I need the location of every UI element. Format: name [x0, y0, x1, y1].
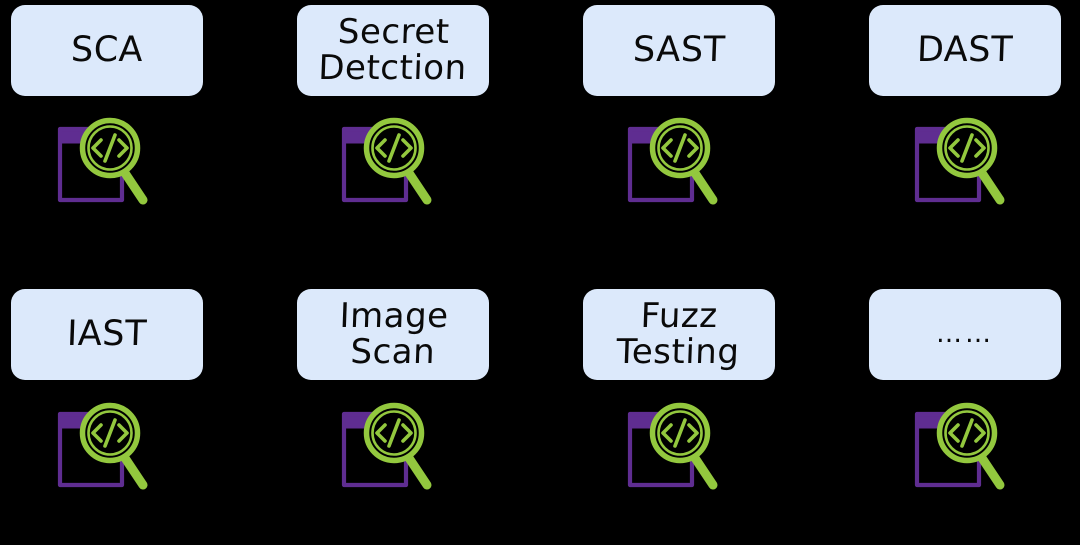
code-scan-icon-sast: [618, 108, 738, 208]
card-secret-detction[interactable]: Secret Detction: [297, 5, 489, 96]
card-label-iast: IAST: [66, 313, 148, 354]
card-sca[interactable]: SCA: [11, 5, 203, 96]
card-iast[interactable]: IAST: [11, 289, 203, 380]
diagram-canvas: SCA Secret Detction SAST DAST IAST Image…: [0, 0, 1080, 545]
card-fuzz-testing[interactable]: Fuzz Testing: [583, 289, 775, 380]
code-scan-icon-iast: [48, 393, 168, 493]
code-scan-icon-image-scan: [332, 393, 452, 493]
card-label-image-scan: Image Scan: [338, 296, 449, 373]
card-label-more: ……: [936, 318, 994, 349]
card-label-sca: SCA: [70, 29, 144, 70]
code-scan-icon-dast: [905, 108, 1025, 208]
code-scan-icon-sca: [48, 108, 168, 208]
card-sast[interactable]: SAST: [583, 5, 775, 96]
code-scan-icon-more: [905, 393, 1025, 493]
card-image-scan[interactable]: Image Scan: [297, 289, 489, 380]
card-label-sast: SAST: [632, 29, 726, 70]
card-label-fuzz-testing: Fuzz Testing: [616, 296, 741, 373]
code-scan-icon-secret-detction: [332, 108, 452, 208]
card-label-dast: DAST: [916, 29, 1014, 70]
card-more[interactable]: ……: [869, 289, 1061, 380]
code-scan-icon-fuzz-testing: [618, 393, 738, 493]
card-label-secret-detction: Secret Detction: [317, 12, 468, 89]
card-dast[interactable]: DAST: [869, 5, 1061, 96]
